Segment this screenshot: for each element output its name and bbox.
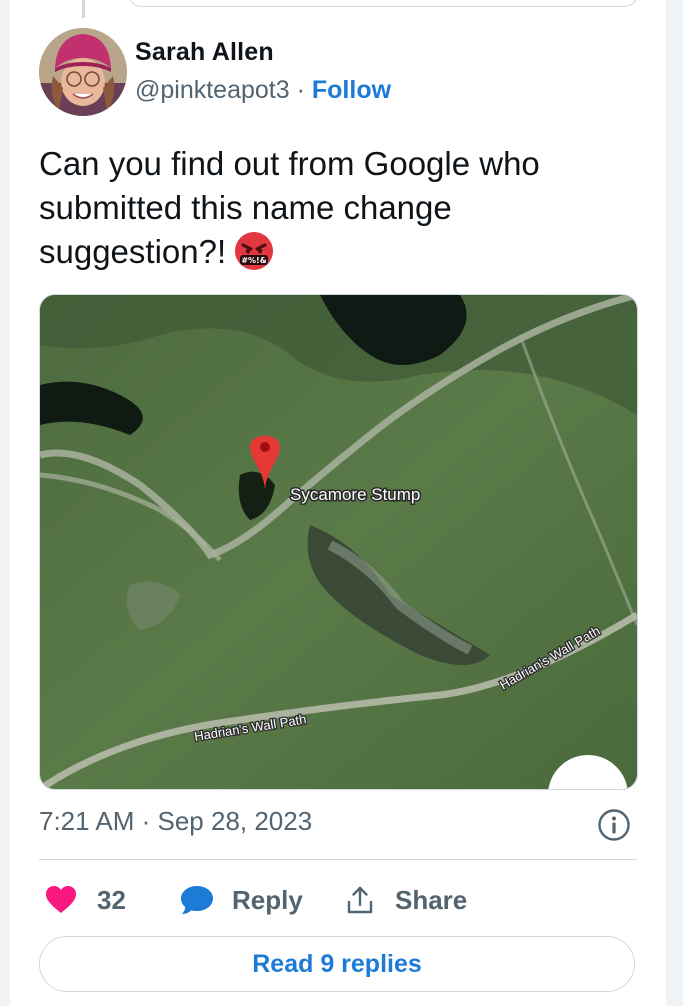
follow-button[interactable]: Follow xyxy=(312,76,391,104)
reply-label: Reply xyxy=(232,884,303,915)
tweet-text-line: Can you find out from Google who xyxy=(39,145,540,182)
author-handle[interactable]: @pinkteapot3 xyxy=(135,76,290,104)
separator-dot: · xyxy=(296,76,305,104)
thread-connector-line xyxy=(82,0,85,18)
read-replies-button[interactable]: Read 9 replies xyxy=(39,936,635,992)
tweet-text-line: suggestion?! #%!& xyxy=(39,230,629,274)
author-handle-row: @pinkteapot3 · Follow xyxy=(135,76,391,105)
avatar[interactable] xyxy=(39,28,127,116)
speech-bubble-icon xyxy=(181,886,213,914)
info-icon[interactable] xyxy=(597,808,631,842)
tweet-text-line: submitted this name change xyxy=(39,189,452,226)
share-label: Share xyxy=(395,884,468,915)
map-image[interactable]: Sycamore Stump Hadrian's Wall Path Hadri… xyxy=(39,294,638,790)
reply-button[interactable]: Reply xyxy=(180,878,303,922)
heart-icon xyxy=(46,886,76,913)
author-name[interactable]: Sarah Allen xyxy=(135,38,274,67)
share-button[interactable]: Share xyxy=(345,878,467,922)
tweet-timestamp[interactable]: 7:21 AM · Sep 28, 2023 xyxy=(39,806,312,837)
previous-button-edge xyxy=(128,0,638,7)
like-button[interactable]: 32 xyxy=(45,878,126,922)
tweet-text-line-end: suggestion?! xyxy=(39,233,227,270)
tweet-text: Can you find out from Google who submitt… xyxy=(39,142,629,274)
like-count: 32 xyxy=(97,884,126,915)
divider xyxy=(39,859,637,860)
share-icon xyxy=(347,886,373,914)
map-pin-label: Sycamore Stump xyxy=(290,485,420,504)
angry-face-with-symbols-icon: #%!& xyxy=(234,231,274,271)
action-bar: 32 Reply Share xyxy=(39,878,637,922)
emoji-symbols: #%!& xyxy=(241,256,266,265)
